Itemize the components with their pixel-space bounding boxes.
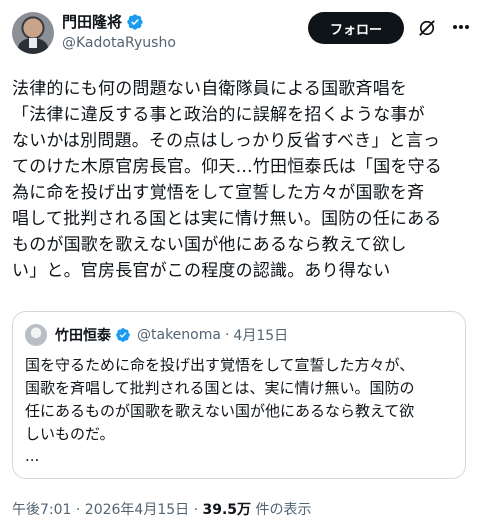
post-meta: 午後7:01 · 2026年4月15日 · 39.5万 件の表示 xyxy=(12,500,312,520)
author-handle[interactable]: @KadotaRyusho xyxy=(62,34,176,52)
quoted-post-text: 国を守るために命を投げ出す覚悟をして宣誓した方々が、 国歌を斉唱して批判される国… xyxy=(25,356,415,443)
follow-button[interactable]: フォロー xyxy=(308,12,404,44)
quoted-author-display-name: 竹田恒泰 xyxy=(55,328,111,344)
quoted-date: 4月15日 xyxy=(233,328,289,344)
author-name-row: 門田隆将 xyxy=(62,12,144,32)
views-count: 39.5万 xyxy=(202,502,252,518)
quoted-author-avatar xyxy=(25,324,47,346)
post-time-date[interactable]: 午後7:01 · 2026年4月15日 · xyxy=(12,502,198,518)
author-avatar[interactable] xyxy=(12,12,54,54)
grok-icon[interactable] xyxy=(417,18,437,38)
views-label: 件の表示 xyxy=(255,502,312,518)
post-header: 門田隆将 @KadotaRyusho フォロー xyxy=(12,10,470,58)
quoted-post-ellipsis: ... xyxy=(25,447,40,465)
post-text: 法律的にも何の問題ない自衛隊員による国歌斉唱を 「法律に違反する事と政治的に誤解… xyxy=(12,79,442,281)
quoted-verified-badge-icon xyxy=(116,328,130,342)
quoted-post-header: 竹田恒泰 @takenoma · 4月15日 xyxy=(25,324,288,346)
quoted-post[interactable]: 竹田恒泰 @takenoma · 4月15日 国を守るために命を投げ出す覚悟をし… xyxy=(12,311,466,479)
quoted-author-handle: @takenoma xyxy=(137,327,221,343)
verified-badge-icon xyxy=(127,14,143,30)
quoted-separator: · xyxy=(224,327,230,343)
more-options-icon[interactable] xyxy=(452,24,470,30)
avatar-collar xyxy=(29,38,37,48)
author-display-name[interactable]: 門田隆将 xyxy=(62,12,122,32)
